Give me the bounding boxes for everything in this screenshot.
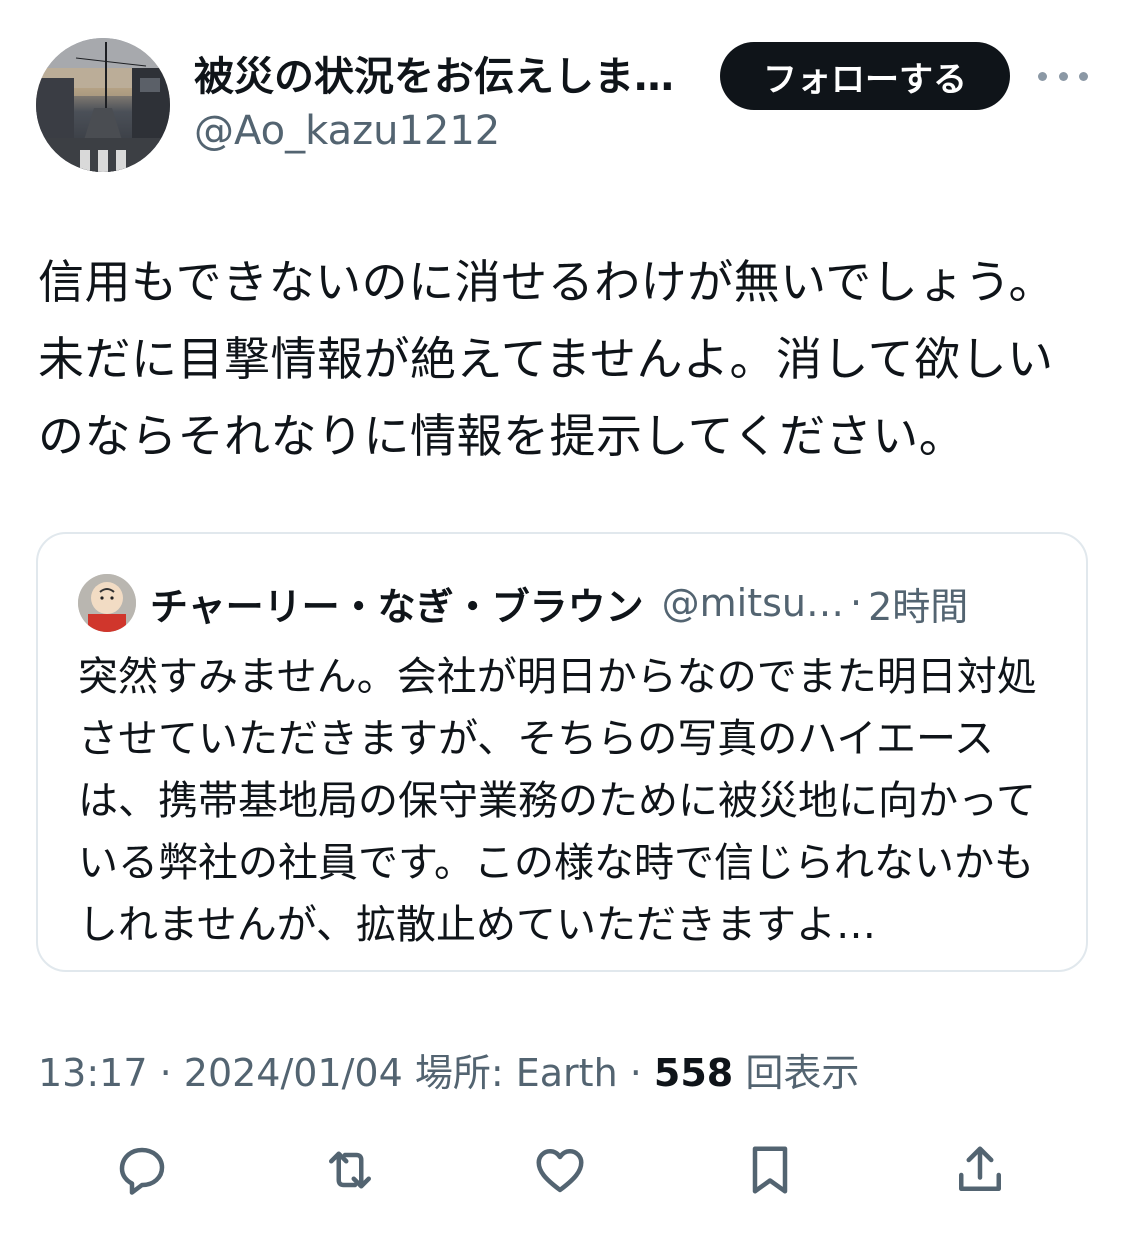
bookmark-icon <box>752 1146 788 1194</box>
tweet-time[interactable]: 13:17 <box>38 1051 148 1095</box>
quoted-tweet[interactable]: チャーリー・なぎ・ブラウン @mitsu… · 2時間 突然すみません。会社が明… <box>36 532 1088 972</box>
street-photo-avatar-icon <box>36 38 170 172</box>
author-display-name[interactable]: 被災の状況をお伝えしま… <box>194 50 704 104</box>
quoted-tweet-text: 突然すみません。会社が明日からなのでまた明日対処させていただきますが、そちらの写… <box>78 654 1037 948</box>
separator-dot: · <box>849 581 863 625</box>
tweet-location: 場所: Earth <box>402 1051 618 1095</box>
quoted-handle[interactable]: @mitsu… <box>662 581 844 625</box>
bookmark-button[interactable] <box>738 1138 802 1202</box>
more-horizontal-icon <box>1038 71 1047 81</box>
reply-icon <box>119 1147 165 1195</box>
tweet-date[interactable]: 2024/01/04 <box>184 1051 403 1095</box>
share-button[interactable] <box>948 1138 1012 1202</box>
quoted-author-avatar[interactable] <box>78 574 136 632</box>
tweet-header: 被災の状況をお伝えしま… @Ao_kazu1212 フォローする <box>0 0 1125 180</box>
tweet-meta: 13:17 · 2024/01/04 場所: Earth · 558 回表示 <box>38 1046 859 1100</box>
charlie-avatar-icon <box>78 574 136 632</box>
share-icon <box>959 1146 1001 1191</box>
reply-button[interactable] <box>110 1138 174 1202</box>
more-horizontal-icon <box>1079 71 1088 81</box>
separator-dot: · <box>617 1051 654 1095</box>
more-horizontal-icon <box>1058 71 1068 81</box>
repost-button[interactable] <box>318 1138 382 1202</box>
quoted-timestamp[interactable]: 2時間 <box>868 576 968 631</box>
author-handle[interactable]: @Ao_kazu1212 <box>194 106 500 156</box>
views-label: 回表示 <box>733 1051 860 1095</box>
like-button[interactable] <box>528 1138 592 1202</box>
action-bar <box>0 1138 1125 1208</box>
author-avatar[interactable] <box>36 38 170 172</box>
separator-dot: · <box>147 1051 184 1095</box>
quoted-display-name[interactable]: チャーリー・なぎ・ブラウン <box>150 576 644 631</box>
more-options-button[interactable] <box>1038 56 1088 96</box>
views-count: 558 <box>653 1051 734 1095</box>
repost-icon <box>329 1151 371 1189</box>
like-icon <box>536 1149 584 1193</box>
follow-button[interactable]: フォローする <box>720 42 1010 110</box>
tweet-text: 信用もできないのに消せるわけが無いでしょう。未だに目撃情報が絶えてませんよ。消し… <box>38 255 1056 463</box>
quoted-tweet-header: チャーリー・なぎ・ブラウン @mitsu… · 2時間 <box>150 574 968 632</box>
